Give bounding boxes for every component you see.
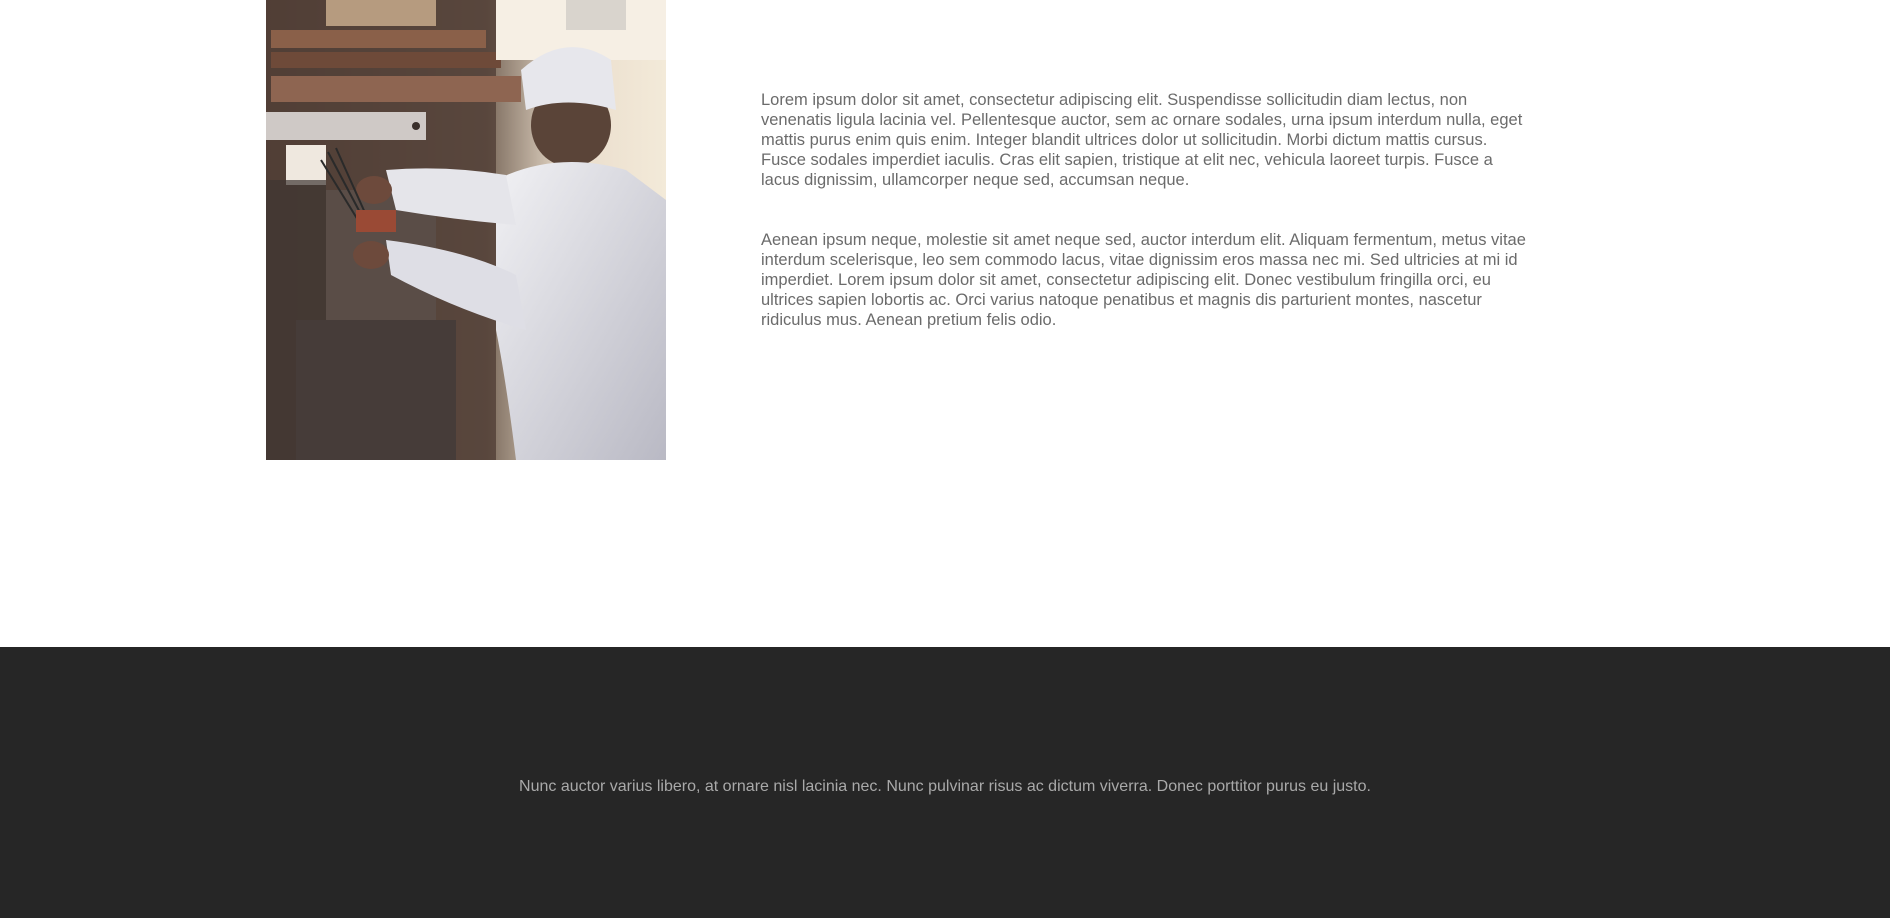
footer: Nunc auctor varius libero, at ornare nis… (0, 647, 1890, 918)
page: Lorem ipsum dolor sit amet, consectetur … (0, 0, 1890, 918)
body-paragraph-2: Aenean ipsum neque, molestie sit amet ne… (761, 231, 1526, 329)
chef-photo (266, 0, 666, 460)
content-section: Lorem ipsum dolor sit amet, consectetur … (0, 0, 1890, 647)
body-paragraph-1: Lorem ipsum dolor sit amet, consectetur … (761, 91, 1523, 189)
footer-text: Nunc auctor varius libero, at ornare nis… (519, 778, 1371, 795)
text-column: Lorem ipsum dolor sit amet, consectetur … (761, 90, 1531, 370)
